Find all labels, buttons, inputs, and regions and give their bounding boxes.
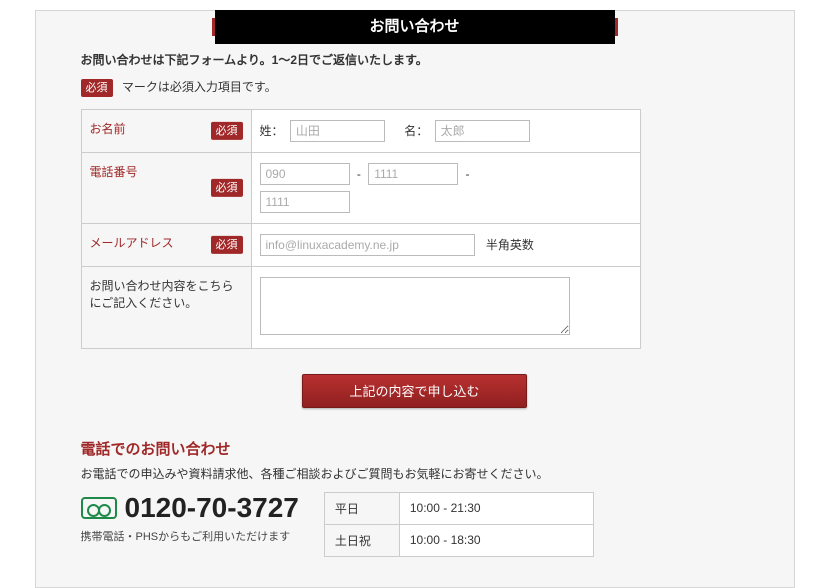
firstname-label: 名： (404, 124, 428, 138)
freedial-icon (81, 497, 117, 519)
phone-part2-input[interactable] (368, 163, 458, 185)
name-input-cell: 姓： 名： (251, 109, 640, 152)
required-badge-icon: 必須 (81, 79, 113, 97)
phone-label-cell: 電話番号 必須 (81, 152, 251, 223)
phone-contact-section: 電話でのお問い合わせ お電話での申込みや資料請求他、各種ご相談およびご質問もお気… (81, 438, 749, 557)
message-input-cell (251, 266, 640, 348)
message-label: お問い合わせ内容をこちらにご記入ください。 (90, 279, 234, 310)
phone-section-title: 電話でのお問い合わせ (81, 438, 749, 459)
submit-row: 上記の内容で申し込む (81, 374, 749, 408)
email-note: 半角英数 (486, 238, 534, 252)
weekend-label: 土日祝 (324, 524, 399, 556)
firstname-input[interactable] (435, 120, 530, 142)
lastname-input[interactable] (290, 120, 385, 142)
message-textarea[interactable] (260, 277, 570, 335)
weekday-label: 平日 (324, 492, 399, 524)
weekday-hours: 10:00 - 21:30 (399, 492, 593, 524)
name-label-cell: お名前 必須 (81, 109, 251, 152)
name-required-badge: 必須 (211, 122, 243, 140)
phone-sep2: - (466, 167, 470, 181)
contact-form-table: お名前 必須 姓： 名： 電話番号 必須 - - (81, 109, 641, 349)
required-note-text: マークは必須入力項目です。 (122, 80, 277, 94)
phone-input-cell: - - (251, 152, 640, 223)
phone-part1-input[interactable] (260, 163, 350, 185)
intro-text: お問い合わせは下記フォームより。1〜2日でご返信いたします。 (81, 51, 749, 68)
phone-subnote: 携帯電話・PHSからもご利用いただけます (81, 528, 299, 544)
email-input-cell: 半角英数 (251, 223, 640, 266)
panel-header: お問い合わせ (215, 10, 615, 44)
email-input[interactable] (260, 234, 475, 256)
email-label: メールアドレス (90, 236, 174, 250)
name-label: お名前 (90, 122, 126, 136)
phone-label: 電話番号 (90, 165, 138, 179)
message-label-cell: お問い合わせ内容をこちらにご記入ください。 (81, 266, 251, 348)
lastname-label: 姓： (260, 124, 284, 138)
required-note: 必須 マークは必須入力項目です。 (81, 78, 749, 97)
phone-required-badge: 必須 (211, 179, 243, 197)
weekend-hours: 10:00 - 18:30 (399, 524, 593, 556)
email-required-badge: 必須 (211, 236, 243, 254)
panel-title: お問い合わせ (369, 18, 459, 35)
submit-button[interactable]: 上記の内容で申し込む (302, 374, 527, 408)
contact-panel: お問い合わせ お問い合わせは下記フォームより。1〜2日でご返信いたします。 必須… (35, 10, 795, 588)
phone-number-block: 0120-70-3727 携帯電話・PHSからもご利用いただけます (81, 492, 299, 544)
phone-section-desc: お電話での申込みや資料請求他、各種ご相談およびご質問もお気軽にお寄せください。 (81, 465, 749, 482)
phone-sep1: - (357, 167, 361, 181)
phone-number: 0120-70-3727 (125, 492, 299, 524)
hours-table: 平日 10:00 - 21:30 土日祝 10:00 - 18:30 (324, 492, 594, 557)
email-label-cell: メールアドレス 必須 (81, 223, 251, 266)
phone-part3-input[interactable] (260, 191, 350, 213)
